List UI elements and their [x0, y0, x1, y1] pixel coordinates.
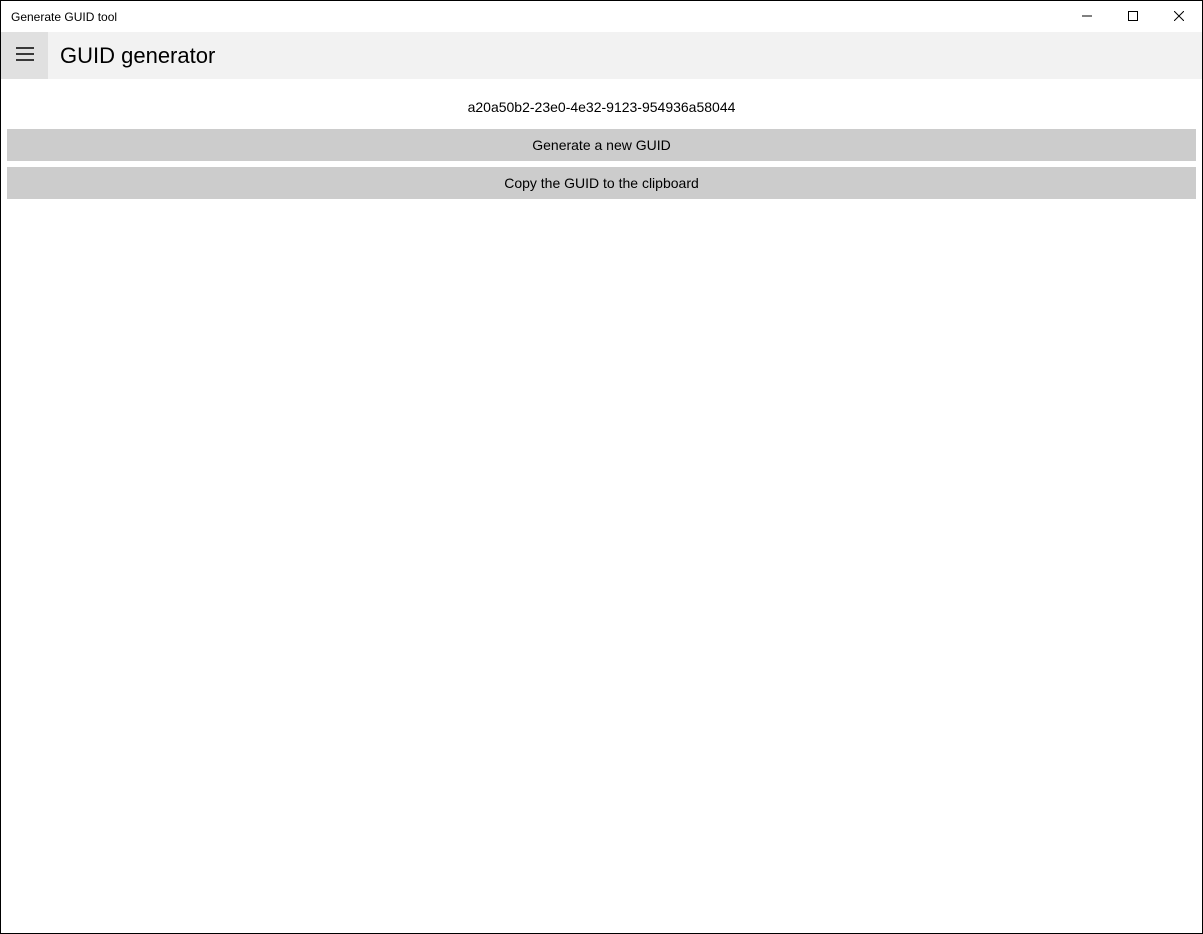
close-button[interactable] — [1156, 1, 1202, 32]
copy-guid-button[interactable]: Copy the GUID to the clipboard — [7, 167, 1196, 199]
maximize-icon — [1128, 9, 1138, 24]
app-header: GUID generator — [1, 32, 1202, 79]
hamburger-icon — [16, 47, 34, 64]
page-title: GUID generator — [60, 43, 215, 69]
minimize-icon — [1082, 9, 1092, 24]
guid-output: a20a50b2-23e0-4e32-9123-954936a58044 — [7, 85, 1196, 129]
main-content: a20a50b2-23e0-4e32-9123-954936a58044 Gen… — [1, 79, 1202, 199]
window-title: Generate GUID tool — [11, 10, 1064, 24]
menu-button[interactable] — [1, 32, 48, 79]
close-icon — [1174, 9, 1184, 24]
generate-guid-button[interactable]: Generate a new GUID — [7, 129, 1196, 161]
window-controls — [1064, 1, 1202, 32]
maximize-button[interactable] — [1110, 1, 1156, 32]
window-titlebar: Generate GUID tool — [1, 1, 1202, 32]
minimize-button[interactable] — [1064, 1, 1110, 32]
